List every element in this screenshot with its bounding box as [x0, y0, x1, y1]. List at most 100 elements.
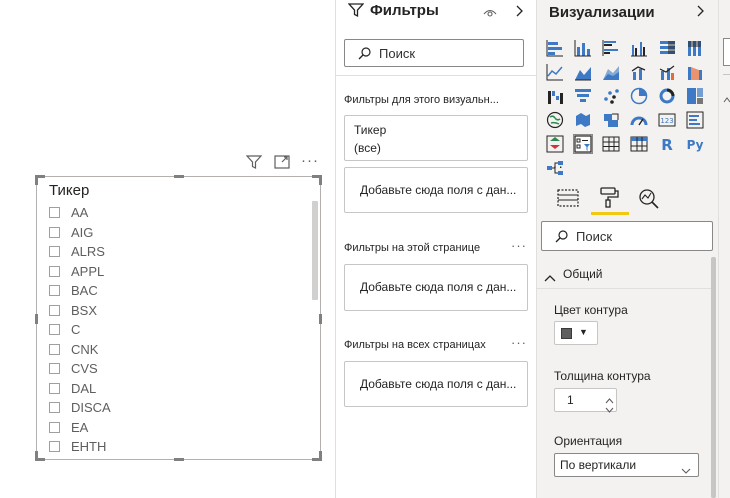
fields-pane-collapsed[interactable] [718, 0, 730, 498]
orientation-dropdown[interactable]: По вертикали [554, 453, 699, 477]
scrollbar[interactable] [711, 257, 716, 498]
ribbon-chart-icon[interactable] [686, 63, 704, 81]
checkbox[interactable] [49, 382, 60, 394]
slicer-item[interactable]: ALRS [49, 242, 299, 262]
slicer-item[interactable]: EA [49, 418, 299, 438]
slicer-item[interactable]: APPL [49, 262, 299, 282]
resize-handle[interactable] [319, 451, 322, 461]
resize-handle[interactable] [35, 175, 38, 185]
stacked-column-icon[interactable] [574, 39, 592, 57]
ticker-slicer[interactable]: Тикер AA AIG ALRS APPL BAC BSX C CNK CVS DAL DISCA… [35, 175, 322, 461]
filter-icon[interactable] [245, 155, 263, 174]
page-drop-zone[interactable]: Добавьте сюда поля с дан... [344, 264, 528, 311]
chevron-right-icon[interactable] [514, 4, 524, 22]
filter-field-value: (все) [354, 141, 381, 155]
more-options-icon[interactable]: ··· [301, 152, 319, 169]
matrix-icon[interactable] [630, 135, 648, 153]
donut-chart-icon[interactable] [658, 87, 676, 105]
resize-handle[interactable] [319, 314, 322, 324]
checkbox[interactable] [49, 441, 60, 453]
slicer-item[interactable]: C [49, 320, 299, 340]
outline-color-label: Цвет контура [554, 303, 628, 317]
checkbox[interactable] [49, 226, 60, 238]
multi-row-card-icon[interactable] [686, 111, 704, 129]
r-script-icon[interactable]: R [658, 135, 676, 154]
decomposition-tree-icon[interactable] [546, 159, 564, 177]
slicer-item[interactable]: CVS [49, 359, 299, 379]
resize-handle[interactable] [35, 451, 38, 461]
line-stacked-column-icon[interactable] [658, 63, 676, 81]
kpi-icon[interactable] [546, 135, 564, 153]
paint-roller-icon[interactable] [598, 186, 620, 213]
checkbox[interactable] [49, 207, 60, 219]
checkbox[interactable] [49, 324, 60, 336]
checkbox[interactable] [49, 402, 60, 414]
chevron-right-icon[interactable] [695, 4, 705, 23]
treemap-icon[interactable] [686, 87, 704, 105]
fields-search-input[interactable] [723, 38, 730, 66]
checkbox[interactable] [49, 285, 60, 297]
checkbox[interactable] [49, 246, 60, 258]
clustered-bar-icon[interactable] [602, 39, 620, 57]
slicer-item[interactable]: DAL [49, 379, 299, 399]
table-icon[interactable] [602, 135, 620, 153]
slicer-item[interactable]: BSX [49, 301, 299, 321]
line-clustered-column-icon[interactable] [630, 63, 648, 81]
gauge-icon[interactable] [630, 111, 648, 129]
slicer-item[interactable]: DISCA [49, 398, 299, 418]
analytics-icon[interactable] [638, 188, 660, 215]
search-icon [358, 47, 371, 65]
checkbox[interactable] [49, 421, 60, 433]
more-options-icon[interactable]: ··· [511, 238, 527, 253]
100-stacked-bar-icon[interactable] [658, 39, 676, 57]
slicer-item[interactable]: AIG [49, 223, 299, 243]
scrollbar[interactable] [312, 201, 318, 300]
all-pages-drop-zone[interactable]: Добавьте сюда поля с дан... [344, 361, 528, 407]
map-icon[interactable] [546, 111, 564, 129]
checkbox[interactable] [49, 304, 60, 316]
card-icon[interactable]: 123 [658, 111, 676, 129]
checkbox[interactable] [49, 363, 60, 375]
visual-drop-zone[interactable]: Добавьте сюда поля с дан... [344, 167, 528, 213]
filled-map-icon[interactable] [574, 111, 592, 129]
stepper-down-icon[interactable] [605, 401, 614, 419]
chevron-up-icon[interactable] [723, 90, 730, 108]
ticker-filter-card[interactable]: Тикер (все) [344, 115, 528, 161]
scatter-chart-icon[interactable] [602, 87, 620, 105]
slicer-item[interactable]: CNK [49, 340, 299, 360]
waterfall-icon[interactable] [546, 87, 564, 105]
slicer-icon[interactable] [573, 134, 593, 154]
line-chart-icon[interactable] [546, 63, 564, 81]
fields-icon[interactable] [557, 189, 579, 212]
checkbox[interactable] [49, 343, 60, 355]
clustered-column-icon[interactable] [630, 39, 648, 57]
general-section-header[interactable]: Общий [542, 264, 712, 286]
shape-map-icon[interactable] [602, 111, 620, 129]
slicer-item-label: AA [71, 205, 89, 221]
resize-handle[interactable] [319, 175, 322, 185]
format-search-input[interactable]: Поиск [541, 221, 713, 251]
slicer-item[interactable]: BAC [49, 281, 299, 301]
resize-handle[interactable] [35, 314, 38, 324]
pie-chart-icon[interactable] [630, 87, 648, 105]
slicer-item-label: EHTH [71, 439, 107, 455]
checkbox[interactable] [49, 265, 60, 277]
100-stacked-column-icon[interactable] [686, 39, 704, 57]
funnel-chart-icon[interactable] [574, 87, 592, 105]
filters-search-input[interactable]: Поиск [344, 39, 524, 67]
stacked-bar-icon[interactable] [546, 39, 564, 57]
python-visual-icon[interactable]: Py [686, 135, 704, 153]
area-chart-icon[interactable] [574, 63, 592, 81]
outline-width-stepper[interactable]: 1 [554, 388, 617, 413]
focus-mode-icon[interactable] [274, 155, 290, 174]
active-tab-indicator [591, 212, 629, 215]
stacked-area-icon[interactable] [602, 63, 620, 81]
outline-color-picker[interactable]: ▼ [554, 321, 598, 345]
slicer-item-label: CNK [71, 341, 99, 357]
resize-handle[interactable] [174, 458, 184, 461]
resize-handle[interactable] [174, 175, 184, 178]
slicer-item[interactable]: EHTH [49, 437, 299, 457]
slicer-item[interactable]: AA [49, 203, 299, 223]
eye-icon[interactable] [483, 5, 497, 23]
more-options-icon[interactable]: ··· [511, 335, 527, 350]
